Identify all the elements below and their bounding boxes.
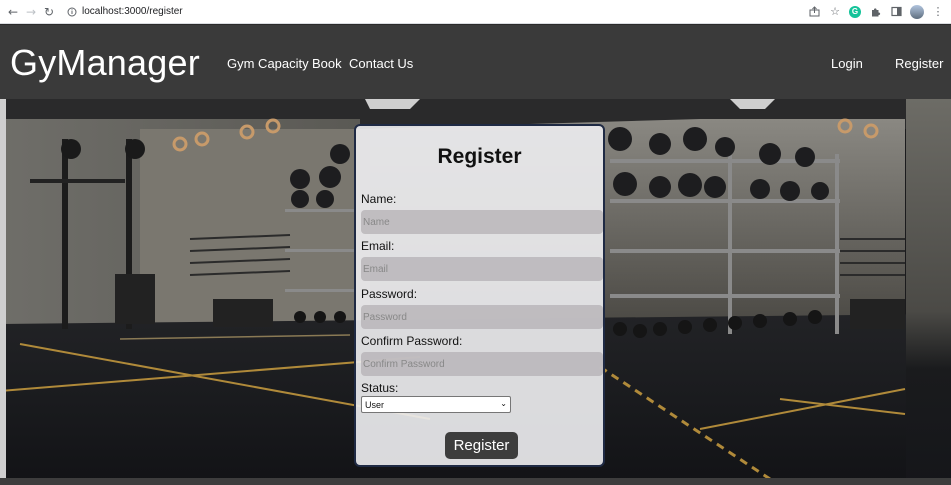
password-input[interactable] — [361, 305, 603, 329]
profile-avatar[interactable] — [910, 4, 924, 19]
forward-arrow-icon[interactable]: → — [22, 3, 40, 21]
status-select[interactable]: User ⌄ — [361, 396, 511, 413]
menu-icon[interactable]: ⋮ — [931, 5, 945, 19]
register-submit-button[interactable]: Register — [445, 432, 518, 459]
browser-toolbar: ← → ↻ localhost:3000/register ☆ G ⋮ — [0, 0, 951, 24]
nav-register[interactable]: Register — [895, 56, 943, 71]
star-icon[interactable]: ☆ — [828, 5, 842, 19]
url-text[interactable]: localhost:3000/register — [82, 6, 183, 17]
status-label: Status: — [361, 381, 399, 395]
email-input[interactable] — [361, 257, 603, 281]
password-label: Password: — [361, 287, 418, 301]
hero-left-edge — [0, 99, 6, 485]
nav-book[interactable]: Book — [312, 56, 342, 71]
reload-icon[interactable]: ↻ — [40, 3, 58, 21]
hero-right-panel — [906, 99, 951, 485]
grammarly-icon[interactable]: G — [849, 5, 861, 18]
info-icon[interactable] — [66, 6, 78, 18]
nav-gym-capacity[interactable]: Gym Capacity — [227, 56, 309, 71]
email-label: Email: — [361, 239, 395, 253]
confirm-password-label: Confirm Password: — [361, 334, 463, 348]
extensions-icon[interactable] — [868, 5, 882, 19]
status-select-value: User — [365, 399, 385, 410]
register-form: Register Name: Email: Password: Confirm … — [354, 124, 605, 467]
app-header: GyManager Gym Capacity Book Contact Us L… — [0, 24, 951, 99]
name-input[interactable] — [361, 210, 603, 234]
name-label: Name: — [361, 192, 397, 206]
address-bar[interactable]: localhost:3000/register — [66, 3, 806, 21]
chevron-down-icon: ⌄ — [500, 399, 507, 408]
nav-contact-us[interactable]: Contact Us — [349, 56, 413, 71]
form-title: Register — [437, 145, 522, 168]
brand-logo[interactable]: GyManager — [10, 42, 200, 84]
confirm-password-input[interactable] — [361, 352, 603, 376]
share-icon[interactable] — [807, 5, 821, 19]
footer-strip — [0, 478, 951, 485]
nav-login[interactable]: Login — [831, 56, 863, 71]
sidebar-icon[interactable] — [889, 5, 903, 19]
back-arrow-icon[interactable]: ← — [4, 3, 22, 21]
